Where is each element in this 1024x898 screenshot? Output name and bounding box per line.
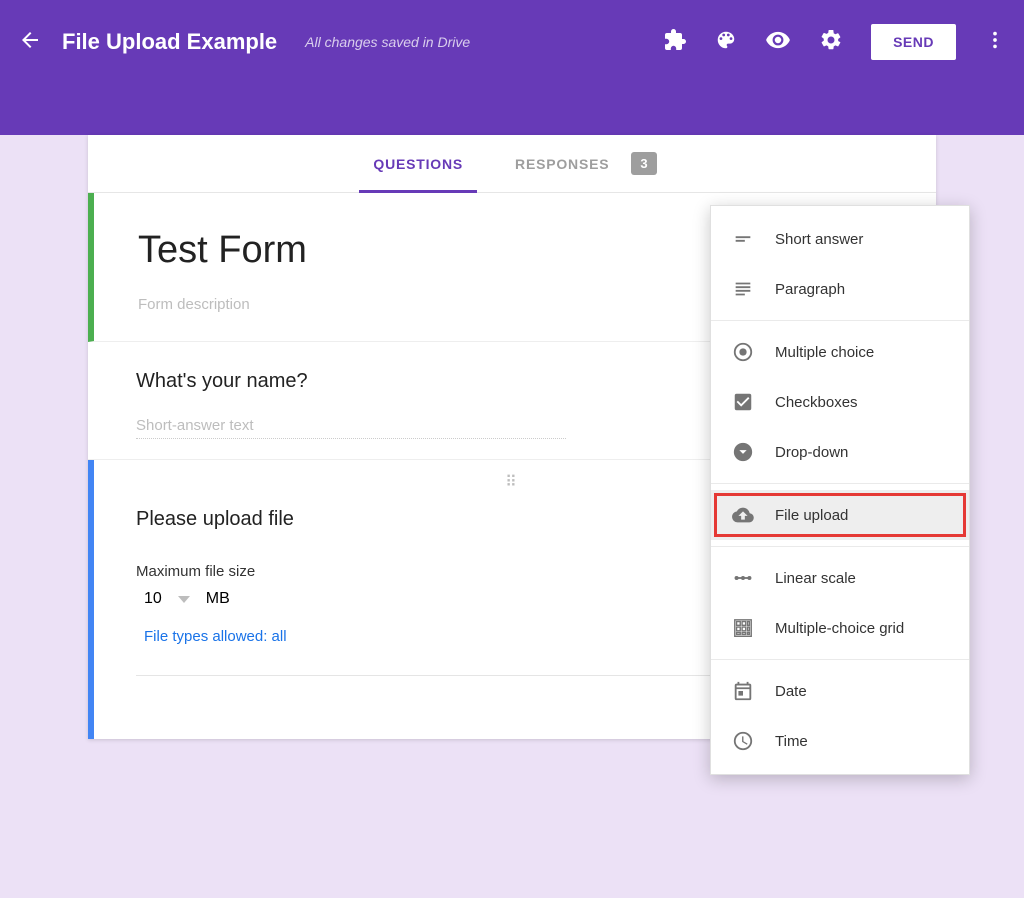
radio-icon [731, 341, 755, 363]
dropdown-item-short-answer[interactable]: Short answer [711, 214, 969, 264]
grid-icon [731, 617, 755, 639]
palette-icon[interactable] [715, 29, 737, 56]
top-bar: File Upload Example All changes saved in… [0, 0, 1024, 135]
clock-icon [731, 730, 755, 752]
calendar-icon [731, 680, 755, 702]
dropdown-item-linear-scale[interactable]: Linear scale [711, 553, 969, 603]
checkbox-icon [731, 391, 755, 413]
settings-icon[interactable] [819, 28, 843, 57]
dropdown-item-mc-grid[interactable]: Multiple-choice grid [711, 603, 969, 653]
dropdown-item-label: Date [775, 683, 807, 700]
addons-icon[interactable] [663, 28, 687, 57]
dropdown-item-paragraph[interactable]: Paragraph [711, 264, 969, 314]
dropdown-divider [711, 659, 969, 660]
dropdown-item-label: Multiple choice [775, 344, 874, 361]
more-icon[interactable] [984, 29, 1006, 56]
tabs: QUESTIONS RESPONSES 3 [88, 135, 936, 193]
max-file-size-value: 10 [144, 590, 162, 608]
dropdown-item-label: Paragraph [775, 281, 845, 298]
dropdown-item-file-upload[interactable]: File upload [711, 490, 969, 540]
short-answer-placeholder: Short-answer text [136, 417, 566, 439]
preview-icon[interactable] [765, 27, 791, 58]
short-answer-icon [731, 228, 755, 250]
save-status: All changes saved in Drive [305, 34, 470, 50]
dropdown-item-label: Multiple-choice grid [775, 620, 904, 637]
dropdown-item-label: Checkboxes [775, 394, 858, 411]
dropdown-divider [711, 546, 969, 547]
max-file-size-unit: MB [206, 590, 230, 608]
send-button[interactable]: SEND [871, 24, 956, 60]
back-arrow-icon[interactable] [18, 28, 42, 57]
dropdown-divider [711, 483, 969, 484]
linear-scale-icon [731, 567, 755, 589]
question-type-dropdown: Short answer Paragraph Multiple choice C… [710, 205, 970, 775]
tab-responses[interactable]: RESPONSES [509, 136, 615, 192]
cloud-upload-icon [731, 504, 755, 526]
dropdown-icon [731, 441, 755, 463]
dropdown-item-label: Time [775, 733, 808, 750]
form-name[interactable]: File Upload Example [62, 29, 277, 55]
dropdown-item-label: Linear scale [775, 570, 856, 587]
dropdown-item-label: Drop-down [775, 444, 848, 461]
dropdown-item-label: File upload [775, 507, 848, 524]
dropdown-item-drop-down[interactable]: Drop-down [711, 427, 969, 477]
dropdown-item-time[interactable]: Time [711, 716, 969, 766]
dropdown-item-checkboxes[interactable]: Checkboxes [711, 377, 969, 427]
chevron-down-icon [178, 596, 190, 603]
tab-questions[interactable]: QUESTIONS [367, 136, 469, 192]
responses-badge: 3 [631, 152, 656, 175]
dropdown-divider [711, 320, 969, 321]
paragraph-icon [731, 278, 755, 300]
dropdown-item-date[interactable]: Date [711, 666, 969, 716]
dropdown-item-label: Short answer [775, 231, 863, 248]
dropdown-item-multiple-choice[interactable]: Multiple choice [711, 327, 969, 377]
